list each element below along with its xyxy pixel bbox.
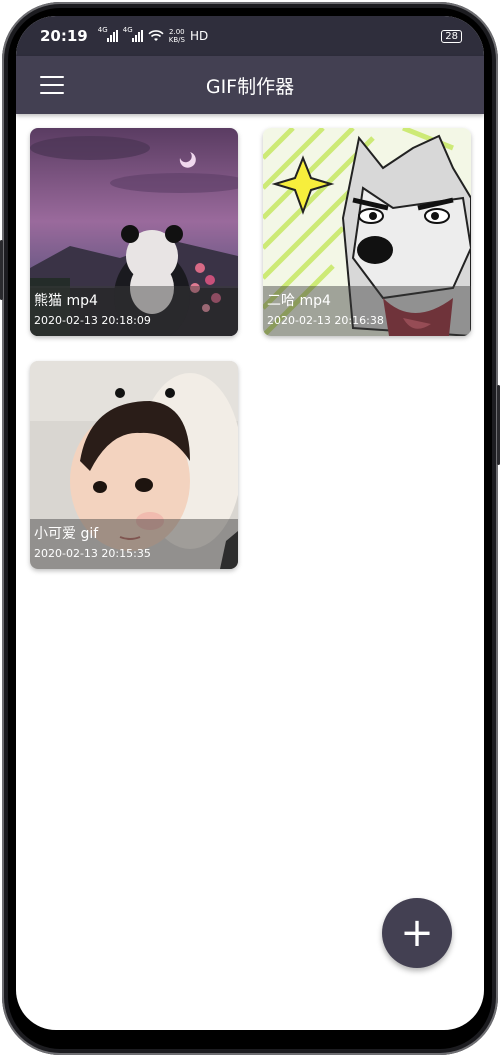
app-title: GIF制作器 [205,75,295,98]
gif-item-card[interactable]: 熊猫 mp4 2020-02-13 20:18:09 [30,128,238,336]
hamburger-menu-icon[interactable] [40,76,64,94]
add-button[interactable]: + [382,898,452,968]
network-label-2: 4G [122,26,133,34]
card-date: 2020-02-13 20:15:35 [34,547,151,560]
speed-unit: KB/S [168,36,185,44]
gif-item-card[interactable]: 二哈 mp4 2020-02-13 20:16:38 [263,128,471,336]
volume-button [0,240,3,300]
signal-icon-2: 4G [123,26,143,42]
card-caption: 二哈 mp4 2020-02-13 20:16:38 [263,286,471,336]
app-bar: GIF制作器 [16,56,484,114]
gif-item-card[interactable]: 小可爱 gif 2020-02-13 20:15:35 [30,361,238,569]
status-time: 20:19 [40,27,88,45]
network-speed: 2.00 KB/S [169,28,185,44]
card-caption: 熊猫 mp4 2020-02-13 20:18:09 [30,286,238,336]
signal-icon-1: 4G [98,26,118,42]
card-title: 二哈 mp4 [267,293,331,309]
network-label-1: 4G [97,26,108,34]
status-bar: 20:19 4G 4G 2.00 KB/S HD 28 [16,16,484,56]
card-title: 小可爱 gif [34,526,99,542]
card-caption: 小可爱 gif 2020-02-13 20:15:35 [30,519,238,569]
screen: 20:19 4G 4G 2.00 KB/S HD 28 GIF制作器 熊猫 mp… [16,16,484,1030]
card-date: 2020-02-13 20:16:38 [267,314,384,327]
hd-indicator: HD [189,29,209,43]
card-title: 熊猫 mp4 [34,293,98,309]
status-icons: 4G 4G 2.00 KB/S HD [98,26,209,44]
wifi-icon [148,30,164,41]
card-date: 2020-02-13 20:18:09 [34,314,151,327]
speed-value: 2.00 [169,28,185,36]
battery-indicator: 28 [441,29,462,43]
plus-icon: + [400,910,434,956]
